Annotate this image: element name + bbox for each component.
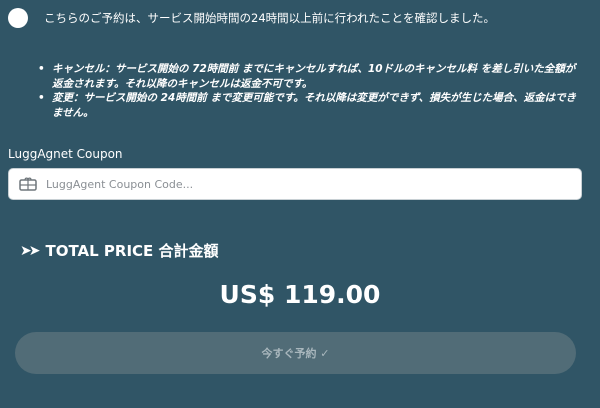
coupon-label: LuggAgnet Coupon xyxy=(8,147,123,161)
confirmation-text: こちらのご予約は、サービス開始時間の24時間以上前に行われたことを確認しました。 xyxy=(44,11,496,25)
policy-item-cancel: キャンセル：サービス開始の 72時間前 までにキャンセルすれば、10ドルのキャン… xyxy=(36,62,582,91)
cancellation-policy: キャンセル：サービス開始の 72時間前 までにキャンセルすれば、10ドルのキャン… xyxy=(36,62,582,120)
total-price-heading: ➤➤ TOTAL PRICE 合計金額 xyxy=(20,240,219,261)
double-arrow-icon: ➤➤ xyxy=(20,242,41,259)
coupon-input[interactable] xyxy=(46,172,566,196)
confirmation-radio[interactable] xyxy=(8,8,28,28)
confirmation-row[interactable]: こちらのご予約は、サービス開始時間の24時間以上前に行われたことを確認しました。 xyxy=(8,8,495,28)
coupon-ticket-icon xyxy=(18,176,38,192)
total-price-value: US$ 119.00 xyxy=(219,280,381,309)
reserve-now-button[interactable]: 今すぐ予約 ✓ xyxy=(15,332,576,374)
coupon-field[interactable] xyxy=(8,168,582,200)
policy-list: キャンセル：サービス開始の 72時間前 までにキャンセルすれば、10ドルのキャン… xyxy=(36,62,582,120)
policy-item-change: 変更：サービス開始の 24時間前 まで変更可能です。それ以降は変更ができず、損失… xyxy=(36,91,582,120)
total-price-label: TOTAL PRICE 合計金額 xyxy=(45,242,219,260)
